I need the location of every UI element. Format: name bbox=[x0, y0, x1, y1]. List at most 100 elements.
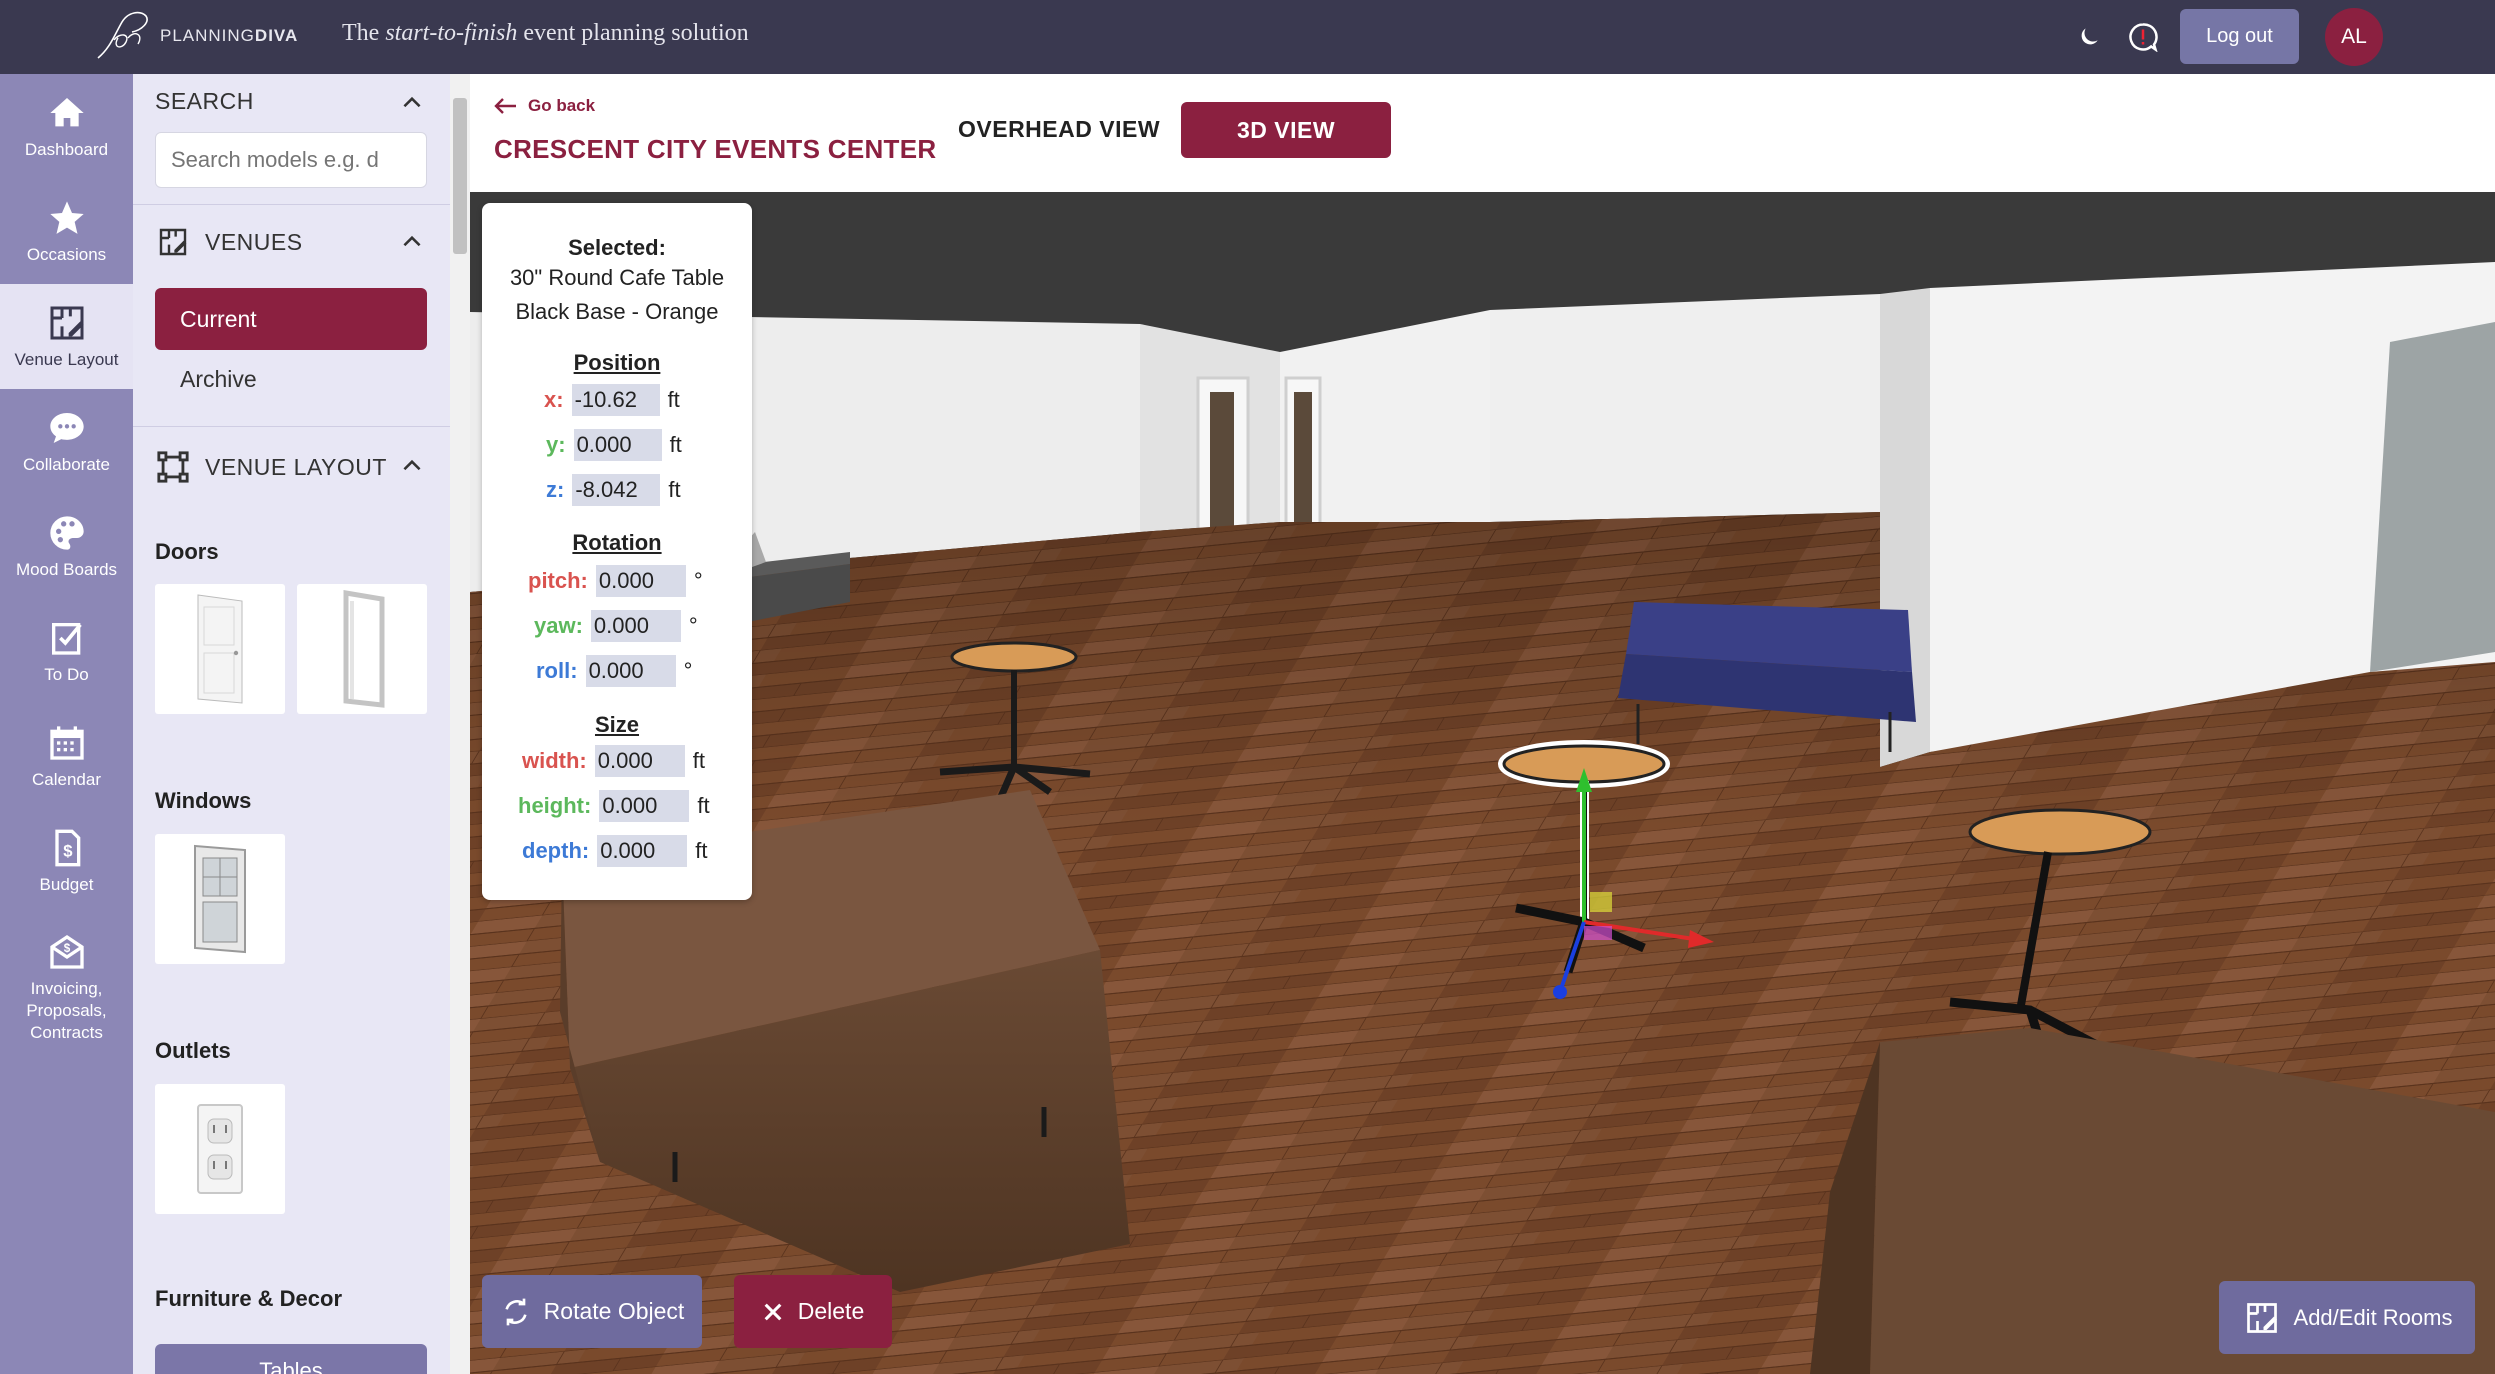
nav-label: Invoicing, Proposals, Contracts bbox=[26, 979, 107, 1042]
roll-label: roll: bbox=[536, 658, 578, 683]
rotation-pitch-row: pitch: 0.000 ° bbox=[528, 565, 703, 597]
chevron-up-icon[interactable] bbox=[399, 453, 425, 479]
outlet-model-card[interactable] bbox=[155, 1084, 285, 1214]
unit-ft: ft bbox=[695, 838, 708, 863]
delete-label: Delete bbox=[797, 1298, 865, 1324]
chat-icon bbox=[49, 412, 84, 443]
y-input[interactable]: 0.000 bbox=[573, 429, 662, 461]
rotate-object-button[interactable]: Rotate Object bbox=[482, 1275, 702, 1348]
checklist-icon bbox=[51, 622, 82, 655]
nav-label: Collaborate bbox=[23, 454, 110, 474]
nav-item-mood-boards[interactable]: Mood Boards bbox=[0, 494, 133, 599]
shape-select-icon bbox=[157, 451, 189, 483]
position-y-row: y: 0.000 ft bbox=[546, 429, 682, 461]
category-furniture: Furniture & Decor bbox=[155, 1286, 343, 1311]
depth-label: depth: bbox=[522, 838, 590, 863]
door-frame-model-card[interactable] bbox=[297, 584, 427, 714]
panel-scrollbar[interactable] bbox=[450, 74, 470, 1374]
tagline: The start-to-finish event planning solut… bbox=[342, 20, 749, 46]
tables-tab[interactable]: Tables bbox=[155, 1344, 427, 1374]
nav-item-collaborate[interactable]: Collaborate bbox=[0, 389, 133, 494]
size-title: Size bbox=[594, 712, 640, 737]
go-back-link[interactable]: Go back bbox=[494, 96, 595, 116]
nav-label: To Do bbox=[44, 664, 89, 684]
category-doors: Doors bbox=[155, 539, 219, 564]
venue-layout-icon bbox=[50, 306, 84, 339]
arrow-left-icon bbox=[494, 98, 516, 114]
category-windows: Windows bbox=[155, 788, 252, 813]
venues-title: VENUES bbox=[205, 228, 303, 255]
depth-input[interactable]: 0.000 bbox=[597, 835, 688, 867]
divider bbox=[133, 204, 450, 205]
size-depth-row: depth: 0.000 ft bbox=[522, 835, 707, 867]
door-thumbnail bbox=[197, 594, 243, 704]
unit-ft: ft bbox=[667, 387, 680, 412]
search-models-input[interactable] bbox=[155, 132, 427, 188]
user-avatar[interactable]: AL bbox=[2325, 8, 2383, 66]
palette-icon bbox=[49, 515, 84, 550]
unit-ft: ft bbox=[668, 477, 681, 502]
selected-object-panel: Selected: 30" Round Cafe Table Black Bas… bbox=[482, 203, 752, 900]
feedback-alert-icon[interactable] bbox=[2126, 20, 2160, 54]
overhead-view-tab[interactable]: OVERHEAD VIEW bbox=[958, 116, 1160, 143]
x-input[interactable]: -10.62 bbox=[571, 384, 660, 416]
nav-item-invoicing[interactable]: $ Invoicing, Proposals, Contracts bbox=[0, 914, 133, 1064]
venue-title: CRESCENT CITY EVENTS CENTER bbox=[494, 134, 937, 164]
rotation-roll-row: roll: 0.000 ° bbox=[536, 655, 692, 687]
add-edit-rooms-button[interactable]: Add/Edit Rooms bbox=[2219, 1281, 2475, 1354]
3d-viewport[interactable] bbox=[470, 192, 2495, 1374]
venues-current-button[interactable]: Current bbox=[155, 288, 427, 350]
nav-label: Dashboard bbox=[24, 139, 109, 159]
star-icon bbox=[49, 200, 84, 234]
search-section-header[interactable]: SEARCH bbox=[155, 88, 254, 115]
delete-button[interactable]: Delete bbox=[734, 1275, 892, 1348]
nav-item-venue-layout[interactable]: Venue Layout bbox=[0, 284, 133, 389]
window-model-card[interactable] bbox=[155, 834, 285, 964]
unit-ft: ft bbox=[669, 432, 682, 457]
venue-layout-section-header[interactable]: VENUE LAYOUT bbox=[155, 450, 387, 484]
x-label: x: bbox=[544, 387, 564, 412]
unit-degree: ° bbox=[683, 658, 693, 683]
roll-input[interactable]: 0.000 bbox=[585, 655, 676, 687]
nav-item-budget[interactable]: $ Budget bbox=[0, 809, 133, 914]
pitch-label: pitch: bbox=[528, 568, 588, 593]
unit-ft: ft bbox=[697, 793, 710, 818]
svg-text:$: $ bbox=[63, 841, 73, 860]
scrollbar-thumb[interactable] bbox=[453, 98, 467, 254]
unit-ft: ft bbox=[692, 748, 705, 773]
venues-section-header[interactable]: VENUES bbox=[155, 226, 303, 258]
size-width-row: width: 0.000 ft bbox=[522, 745, 705, 777]
close-icon bbox=[764, 1303, 782, 1320]
chevron-up-icon[interactable] bbox=[399, 90, 425, 116]
nav-item-occasions[interactable]: Occasions bbox=[0, 179, 133, 284]
door-model-card[interactable] bbox=[155, 584, 285, 714]
z-label: z: bbox=[546, 477, 565, 502]
layout-header: Go back CRESCENT CITY EVENTS CENTER OVER… bbox=[470, 74, 2495, 192]
chevron-up-icon[interactable] bbox=[399, 229, 425, 255]
nav-label: Mood Boards bbox=[15, 559, 118, 579]
height-input[interactable]: 0.000 bbox=[599, 790, 690, 822]
window-thumbnail bbox=[194, 844, 246, 954]
app-logo[interactable]: PLANNINGDIVA bbox=[92, 6, 298, 66]
category-outlets: Outlets bbox=[155, 1038, 231, 1063]
3d-scene-render[interactable] bbox=[470, 192, 2495, 1374]
main-nav: Dashboard Occasions Venue Layout Collabo… bbox=[0, 74, 133, 1374]
3d-view-tab[interactable]: 3D VIEW bbox=[1181, 102, 1391, 158]
door-frame-thumbnail bbox=[343, 590, 385, 708]
z-input[interactable]: -8.042 bbox=[572, 474, 661, 506]
nav-item-calendar[interactable]: Calendar bbox=[0, 704, 133, 809]
rotation-title: Rotation bbox=[572, 530, 662, 555]
logout-button[interactable]: Log out bbox=[2180, 9, 2299, 64]
nav-item-dashboard[interactable]: Dashboard bbox=[0, 74, 133, 179]
venues-archive-link[interactable]: Archive bbox=[180, 366, 257, 393]
width-input[interactable]: 0.000 bbox=[594, 745, 685, 777]
home-icon bbox=[49, 97, 84, 126]
selected-heading: Selected: bbox=[568, 235, 666, 260]
dark-mode-moon-icon[interactable] bbox=[2072, 20, 2106, 54]
rotation-yaw-row: yaw: 0.000 ° bbox=[534, 610, 698, 642]
unit-degree: ° bbox=[693, 568, 703, 593]
pitch-input[interactable]: 0.000 bbox=[595, 565, 686, 597]
divider bbox=[133, 426, 450, 427]
nav-item-to-do[interactable]: To Do bbox=[0, 599, 133, 704]
yaw-input[interactable]: 0.000 bbox=[590, 610, 681, 642]
